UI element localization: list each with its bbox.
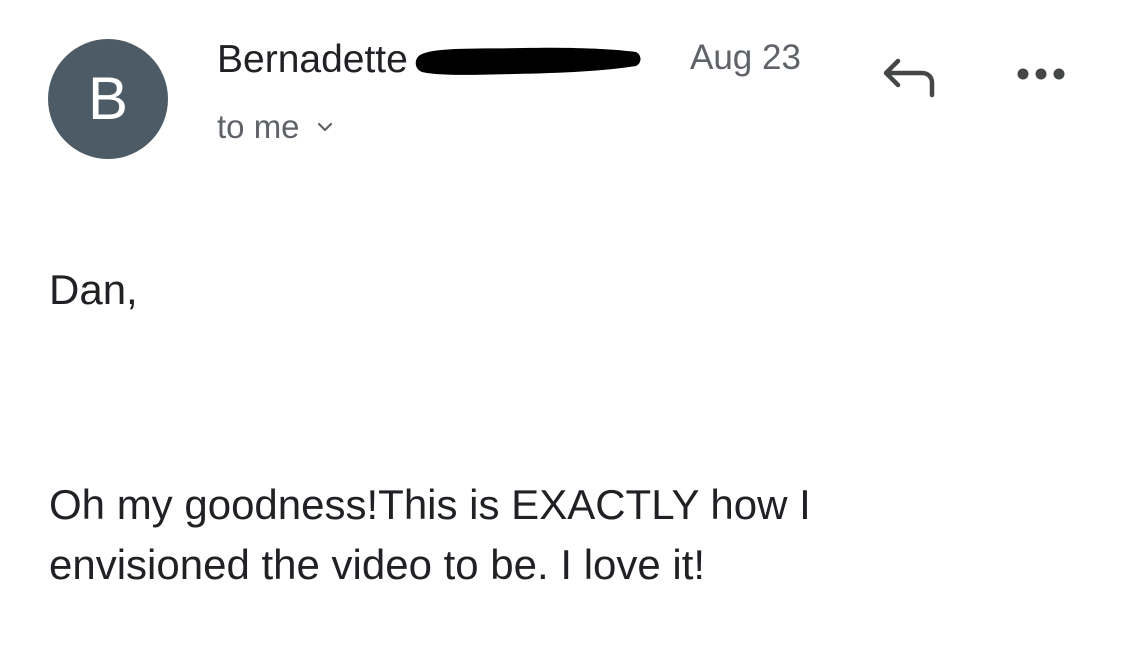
- sender-name[interactable]: Bernadette: [217, 38, 408, 82]
- reply-button[interactable]: [878, 52, 940, 102]
- reply-icon: [883, 58, 935, 98]
- sender-row: Bernadette: [217, 38, 644, 82]
- message-body: Oh my goodness!This is EXACTLY how I env…: [49, 475, 1049, 595]
- more-options-button[interactable]: [1010, 57, 1072, 91]
- message-line-2: envisioned the video to be. I love it!: [49, 541, 706, 588]
- sender-avatar[interactable]: B: [48, 39, 168, 159]
- recipient-toggle[interactable]: to me: [217, 108, 336, 146]
- message-greeting: Dan,: [49, 266, 138, 313]
- redaction-mark: [414, 43, 644, 77]
- message-line-1: Oh my goodness!This is EXACTLY how I: [49, 481, 811, 528]
- more-options-icon: [1017, 68, 1065, 80]
- message-date: Aug 23: [690, 38, 801, 77]
- avatar-letter: B: [87, 65, 129, 132]
- chevron-down-icon: [317, 122, 332, 132]
- recipient-label: to me: [217, 108, 300, 145]
